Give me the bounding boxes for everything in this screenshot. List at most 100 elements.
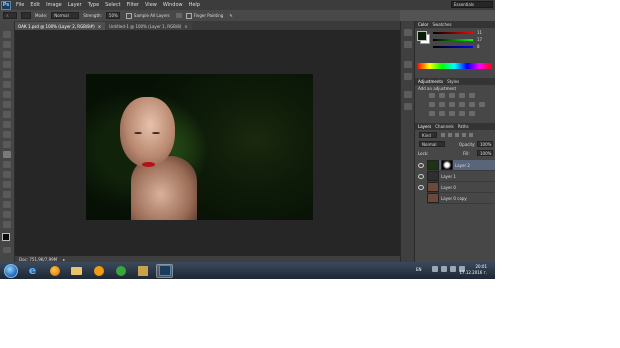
layer-row-layer-0[interactable]: Layer 0 — [427, 182, 495, 193]
blue-value[interactable]: 8 — [477, 44, 480, 49]
gradient-tool-icon[interactable] — [3, 141, 11, 148]
menu-edit[interactable]: Edit — [27, 2, 43, 8]
fill-input[interactable]: 100% — [477, 150, 493, 156]
type-tool-icon[interactable] — [3, 181, 11, 188]
color-spectrum[interactable] — [417, 63, 492, 69]
color-balance-icon[interactable] — [439, 102, 445, 107]
selective-color-icon[interactable] — [469, 111, 475, 116]
brush-pressure-icon[interactable]: ✎ — [229, 13, 232, 18]
menu-select[interactable]: Select — [102, 2, 123, 8]
blend-mode-select[interactable]: Normal — [419, 141, 445, 147]
eraser-tool-icon[interactable] — [3, 131, 11, 138]
tray-flag-icon[interactable] — [441, 266, 447, 272]
tab-paths[interactable]: Paths — [458, 124, 469, 129]
posterize-icon[interactable] — [439, 111, 445, 116]
layer-filter-select[interactable]: Kind — [419, 132, 437, 138]
windows-start-icon[interactable] — [4, 263, 18, 278]
lasso-tool-icon[interactable] — [3, 51, 11, 58]
utorrent-icon[interactable] — [112, 264, 129, 278]
exposure-icon[interactable] — [459, 93, 465, 98]
tab-document-2[interactable]: Untitled-1 @ 100% (Layer 1, RGB/8) × — [105, 22, 192, 30]
green-value[interactable]: 17 — [477, 37, 482, 42]
photo-filter-icon[interactable] — [459, 102, 465, 107]
internet-explorer-icon[interactable]: e — [24, 264, 41, 278]
shape-filter-icon[interactable] — [462, 133, 466, 137]
opacity-input[interactable]: 100% — [477, 141, 493, 147]
smart-object-filter-icon[interactable] — [469, 133, 473, 137]
layer-name[interactable]: Layer 2 — [455, 163, 470, 168]
pen-tool-icon[interactable] — [3, 171, 11, 178]
curves-icon[interactable] — [449, 93, 455, 98]
quick-mask-icon[interactable] — [3, 247, 11, 253]
red-value[interactable]: 11 — [477, 30, 482, 35]
mode-select[interactable]: Normal — [51, 12, 80, 19]
adjustment-filter-icon[interactable] — [448, 133, 452, 137]
status-arrow-icon[interactable]: ▸ — [63, 257, 65, 262]
tool-preset-picker[interactable]: ☝ — [3, 12, 17, 19]
quick-select-tool-icon[interactable] — [3, 61, 11, 68]
foreground-swatch[interactable] — [417, 31, 427, 41]
tab-styles[interactable]: Styles — [447, 79, 459, 84]
tray-chevron-icon[interactable] — [432, 266, 438, 272]
visibility-eye-icon[interactable] — [418, 174, 424, 179]
menu-view[interactable]: View — [142, 2, 160, 8]
clock[interactable]: 20:01 17.12.2016 г. — [459, 264, 487, 276]
visibility-eye-icon[interactable] — [418, 185, 424, 190]
crop-tool-icon[interactable] — [3, 71, 11, 78]
hand-tool-icon[interactable] — [3, 211, 11, 218]
tab-color[interactable]: Color — [418, 22, 428, 27]
strength-input[interactable]: 50% — [105, 12, 120, 19]
levels-icon[interactable] — [439, 93, 445, 98]
brush-tool-icon[interactable] — [3, 101, 11, 108]
workspace-select[interactable]: Essentials — [451, 1, 493, 8]
smudge-tool-icon[interactable] — [3, 151, 11, 158]
tab-document-1[interactable]: ОАК 1.psd @ 100% (Layer 2, RGB/8#) × — [14, 22, 106, 30]
eyedropper-tool-icon[interactable] — [3, 81, 11, 88]
path-select-tool-icon[interactable] — [3, 191, 11, 198]
firefox-icon[interactable] — [46, 264, 63, 278]
winrar-icon[interactable] — [134, 264, 151, 278]
finger-painting-checkbox[interactable] — [185, 12, 192, 19]
layer-mask-thumbnail[interactable] — [441, 160, 453, 170]
gradient-map-icon[interactable] — [459, 111, 465, 116]
history-brush-tool-icon[interactable] — [3, 121, 11, 128]
move-tool-icon[interactable] — [3, 31, 11, 38]
threshold-icon[interactable] — [449, 111, 455, 116]
clone-stamp-tool-icon[interactable] — [3, 111, 11, 118]
layer-row-layer-2[interactable]: Layer 2 — [427, 160, 495, 171]
dodge-tool-icon[interactable] — [3, 161, 11, 168]
media-player-icon[interactable] — [90, 264, 107, 278]
layer-name[interactable]: Layer 0 — [441, 185, 456, 190]
paragraph-panel-icon[interactable] — [404, 103, 412, 110]
menu-file[interactable]: File — [13, 2, 27, 8]
layer-name[interactable]: Layer 1 — [441, 174, 456, 179]
clone-source-icon[interactable] — [404, 73, 412, 80]
foreground-color-swatch[interactable] — [2, 233, 10, 241]
green-slider[interactable] — [433, 39, 473, 41]
brightness-icon[interactable] — [429, 93, 435, 98]
zoom-tool-icon[interactable] — [3, 221, 11, 228]
brush-size-picker[interactable] — [21, 12, 31, 19]
menu-filter[interactable]: Filter — [124, 2, 142, 8]
black-white-icon[interactable] — [449, 102, 455, 107]
hue-saturation-icon[interactable] — [429, 102, 435, 107]
visibility-eye-icon[interactable] — [418, 163, 424, 168]
vibrance-icon[interactable] — [469, 93, 475, 98]
menu-help[interactable]: Help — [186, 2, 203, 8]
marquee-tool-icon[interactable] — [3, 41, 11, 48]
history-panel-icon[interactable] — [404, 29, 412, 36]
blue-slider[interactable] — [433, 46, 473, 48]
photoshop-taskbar-icon[interactable] — [156, 263, 173, 278]
color-lookup-icon[interactable] — [479, 102, 485, 107]
tray-network-icon[interactable] — [450, 266, 456, 272]
healing-tool-icon[interactable] — [3, 91, 11, 98]
tab-adjustments[interactable]: Adjustments — [418, 79, 443, 84]
file-explorer-icon[interactable] — [68, 264, 85, 278]
pixel-filter-icon[interactable] — [441, 133, 445, 137]
input-language[interactable]: EN — [416, 267, 422, 272]
tab-layers[interactable]: Layers — [418, 124, 431, 129]
invert-icon[interactable] — [429, 111, 435, 116]
menu-image[interactable]: Image — [43, 2, 65, 8]
menu-layer[interactable]: Layer — [65, 2, 85, 8]
shape-tool-icon[interactable] — [3, 201, 11, 208]
